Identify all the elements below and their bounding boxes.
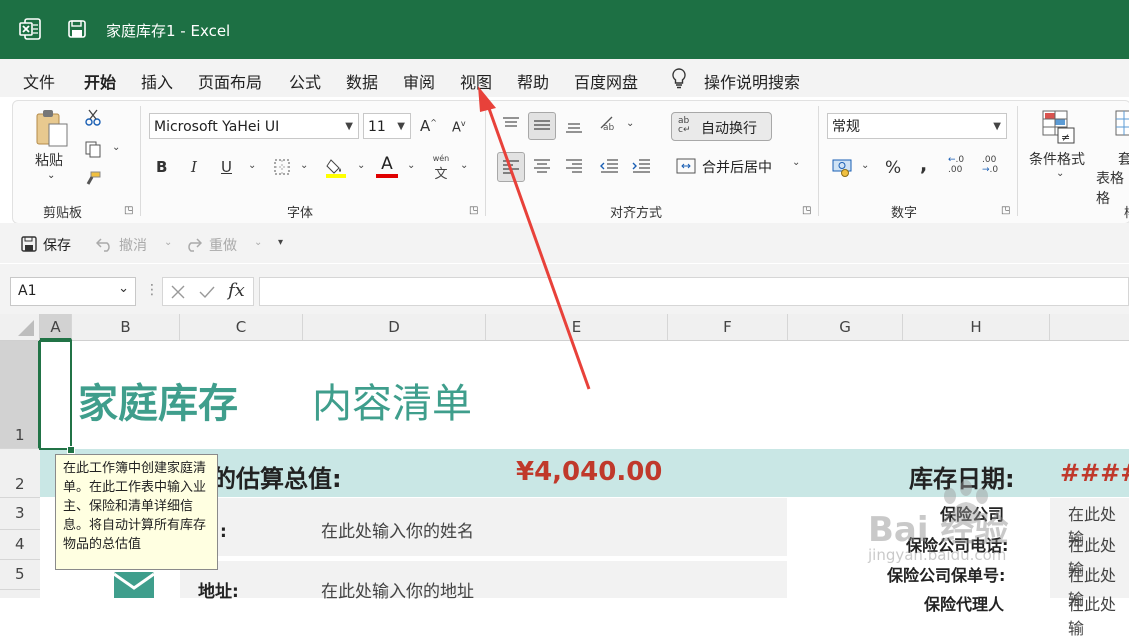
annotation-arrow (478, 86, 591, 390)
insurance-agent-value[interactable]: 在此处输 (1068, 591, 1129, 639)
